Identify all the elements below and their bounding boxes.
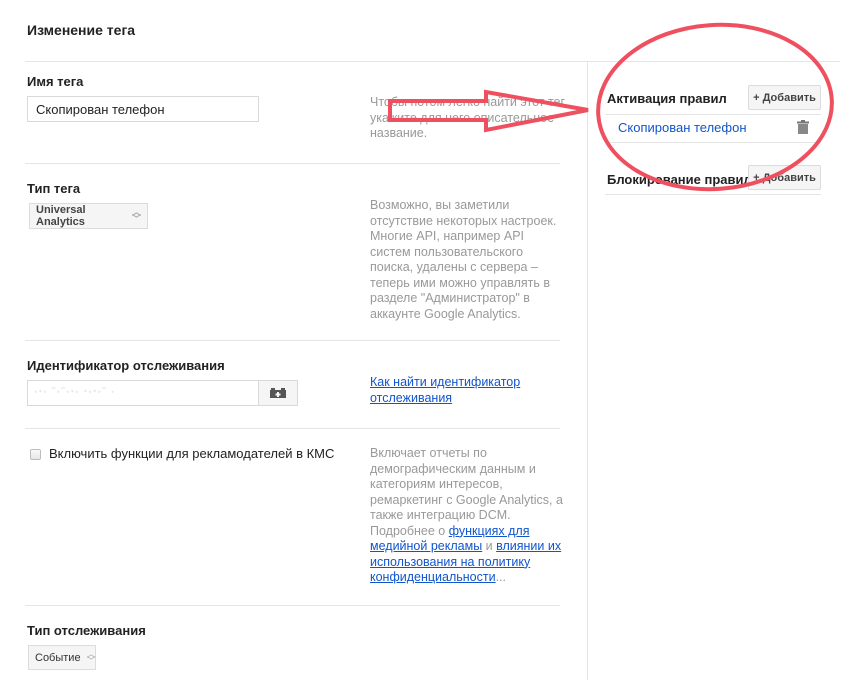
column-divider xyxy=(587,61,588,680)
add-firing-rule-button[interactable]: + Добавить xyxy=(748,85,821,110)
tag-type-value: Universal Analytics xyxy=(36,204,86,228)
blocking-rules-title: Блокирование правил xyxy=(607,172,752,187)
tracking-id-label: Идентификатор отслеживания xyxy=(27,358,225,373)
section-divider xyxy=(25,163,560,164)
tag-name-help: Чтобы потом легко найти этот тег, укажит… xyxy=(370,95,567,140)
variable-brick-icon xyxy=(270,388,286,398)
display-features-checkbox[interactable] xyxy=(30,449,41,460)
help-text: ... xyxy=(495,570,507,584)
trash-icon[interactable] xyxy=(797,120,809,134)
select-arrows-icon: ︿ ﹀ xyxy=(86,648,96,666)
track-type-select[interactable]: Событие ︿ ﹀ xyxy=(28,645,96,670)
firing-rules-title: Активация правил xyxy=(607,91,727,106)
display-features-help: Включает отчеты по демографическим данны… xyxy=(370,446,565,586)
tracking-id-help: Как найти идентификатор отслеживания xyxy=(370,375,570,406)
section-divider xyxy=(25,340,560,341)
rules-divider xyxy=(605,194,821,195)
how-to-find-tracking-id-link[interactable]: Как найти идентификатор отслеживания xyxy=(370,375,520,405)
header-divider xyxy=(25,61,840,62)
page-title: Изменение тега xyxy=(27,22,136,38)
section-divider xyxy=(25,605,560,606)
tag-type-help: Возможно, вы заметили отсутствие некотор… xyxy=(370,198,557,321)
rules-divider xyxy=(605,142,821,143)
section-divider xyxy=(25,428,560,429)
tag-type-label: Тип тега xyxy=(27,181,81,196)
tag-name-label: Имя тега xyxy=(27,74,84,89)
tracking-id-redacted: ·‧· ¨·¨·‧· ‧·‧·¨ · xyxy=(34,386,116,398)
add-blocking-rule-button[interactable]: + Добавить xyxy=(748,165,821,190)
rules-divider xyxy=(605,114,821,115)
select-arrows-icon: ︿ ﹀ xyxy=(131,207,141,224)
track-type-label: Тип отслеживания xyxy=(27,623,146,638)
track-type-value: Событие xyxy=(35,651,81,664)
insert-variable-button[interactable] xyxy=(259,380,298,406)
display-features-label: Включить функции для рекламодателей в КМ… xyxy=(49,446,335,461)
tag-name-input[interactable] xyxy=(27,96,259,122)
tag-type-select[interactable]: Universal Analytics ︿ ﹀ xyxy=(29,203,148,229)
firing-rule-item[interactable]: Скопирован телефон xyxy=(618,120,747,135)
help-text: и xyxy=(482,539,497,553)
